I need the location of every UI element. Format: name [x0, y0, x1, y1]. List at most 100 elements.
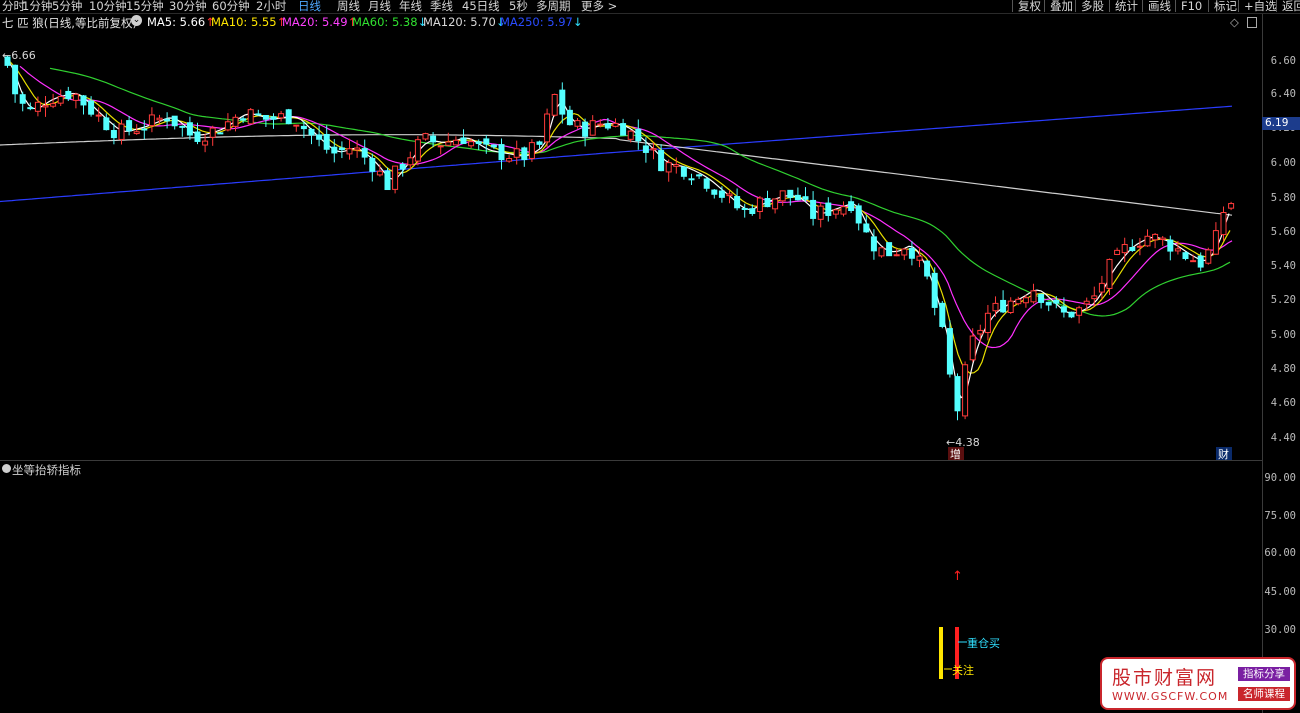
- tab-5min[interactable]: 5分钟: [52, 0, 82, 14]
- indicator-tick: 60.00: [1264, 547, 1296, 559]
- statistics-button[interactable]: 统计: [1109, 0, 1143, 12]
- mark-button[interactable]: 标记: [1208, 0, 1242, 12]
- candle: [1068, 311, 1075, 319]
- zeng-marker: 增: [950, 447, 961, 460]
- price-tick: 5.20: [1270, 294, 1296, 306]
- tab-2hour[interactable]: 2小时: [256, 0, 286, 14]
- tab-monthly[interactable]: 月线: [368, 0, 391, 14]
- indicator-tick: 45.00: [1264, 586, 1296, 598]
- window-icon[interactable]: [1247, 17, 1257, 28]
- candle: [559, 82, 566, 124]
- tab-quarterly[interactable]: 季线: [430, 0, 453, 14]
- candle: [80, 95, 87, 115]
- candle: [414, 136, 421, 166]
- candle: [57, 89, 64, 107]
- candle: [544, 108, 551, 148]
- candle: [924, 259, 931, 280]
- candle: [764, 190, 771, 208]
- candle: [1205, 247, 1212, 265]
- tab-daily[interactable]: 日线: [298, 0, 321, 14]
- draw-line-button[interactable]: 画线: [1142, 0, 1176, 12]
- tab-1min[interactable]: 1分钟: [22, 0, 52, 14]
- candle: [992, 296, 999, 317]
- candle: [848, 195, 855, 214]
- candle: [589, 115, 596, 136]
- candle: [1159, 236, 1166, 246]
- price-tick: 6.60: [1270, 55, 1296, 67]
- stock-title: 七 匹 狼(日线,等比前复权): [2, 16, 137, 30]
- tab-weekly[interactable]: 周线: [337, 0, 360, 14]
- multi-stock-button[interactable]: 多股: [1075, 0, 1109, 12]
- tab-more[interactable]: 更多 >: [581, 0, 617, 14]
- ma250-arrow: ↓: [572, 15, 583, 29]
- indicator-tick: 90.00: [1264, 472, 1296, 484]
- watermark-tag-course: 名师课程: [1238, 687, 1290, 701]
- site-watermark: 股市财富网 WWW.GSCFW.COM 指标分享 名师课程: [1100, 657, 1296, 710]
- candle: [224, 113, 231, 132]
- candle: [1083, 297, 1090, 311]
- candle: [437, 145, 444, 155]
- candle: [1136, 237, 1143, 256]
- indicator-chart[interactable]: ↑ 重仓买 关注: [0, 461, 1262, 713]
- candle: [422, 132, 429, 141]
- candle: [308, 128, 315, 145]
- price-tick: 4.60: [1270, 397, 1296, 409]
- tab-5sec[interactable]: 5秒: [509, 0, 528, 14]
- tab-30min[interactable]: 30分钟: [169, 0, 207, 14]
- candle: [939, 301, 946, 329]
- candle: [19, 91, 26, 112]
- candle: [338, 141, 345, 159]
- f10-button[interactable]: F10: [1175, 0, 1207, 12]
- indicator-tick: 75.00: [1264, 510, 1296, 522]
- price-tick: 6.00: [1270, 157, 1296, 169]
- candle: [1114, 247, 1121, 256]
- back-button[interactable]: 返回: [1276, 0, 1300, 12]
- ma60-line: [49, 67, 1231, 317]
- candle: [361, 139, 368, 165]
- candle: [794, 187, 801, 201]
- candle: [954, 373, 961, 421]
- overlay-button[interactable]: 叠加: [1044, 0, 1078, 12]
- ma-legend: 七 匹 狼(日线,等比前复权) ⌄ MA5: 5.66↑ MA10: 5.55↑…: [0, 14, 1300, 30]
- candle: [1144, 229, 1151, 247]
- fuquan-button[interactable]: 复权: [1012, 0, 1046, 12]
- candle: [688, 173, 695, 185]
- candle: [642, 137, 649, 163]
- price-tick: 5.40: [1270, 260, 1296, 272]
- candle: [787, 189, 794, 206]
- tab-10min[interactable]: 10分钟: [89, 0, 127, 14]
- candle: [126, 115, 133, 136]
- candlestick-chart[interactable]: ←6.66←4.38增财: [0, 30, 1262, 460]
- candle: [1129, 239, 1136, 252]
- candle: [878, 247, 885, 258]
- candle: [886, 242, 893, 257]
- candle: [384, 167, 391, 191]
- candle: [734, 188, 741, 211]
- tab-yearly[interactable]: 年线: [399, 0, 422, 14]
- candle: [574, 118, 581, 129]
- candle: [946, 320, 953, 378]
- signal-heavy-buy: 重仓买: [967, 636, 1000, 650]
- candle: [103, 113, 110, 131]
- chevron-down-icon[interactable]: ⌄: [131, 15, 142, 26]
- candle: [901, 248, 908, 261]
- candle: [1190, 254, 1197, 263]
- candle: [855, 203, 862, 231]
- tab-15min[interactable]: 15分钟: [126, 0, 164, 14]
- ma5-line: [4, 57, 1230, 399]
- tab-45day[interactable]: 45日线: [462, 0, 500, 14]
- candle: [1030, 283, 1037, 304]
- candle: [346, 138, 353, 160]
- tab-multi-period[interactable]: 多周期: [536, 0, 571, 14]
- diamond-icon[interactable]: ◇: [1230, 15, 1239, 29]
- candle: [696, 173, 703, 179]
- cai-marker: 财: [1218, 447, 1229, 460]
- watermark-name: 股市财富网: [1112, 667, 1218, 689]
- candle: [1076, 305, 1083, 324]
- candle: [278, 110, 285, 122]
- candle: [407, 151, 414, 169]
- tab-60min[interactable]: 60分钟: [212, 0, 250, 14]
- candle: [506, 155, 513, 163]
- candle: [566, 105, 573, 126]
- candle: [521, 146, 528, 167]
